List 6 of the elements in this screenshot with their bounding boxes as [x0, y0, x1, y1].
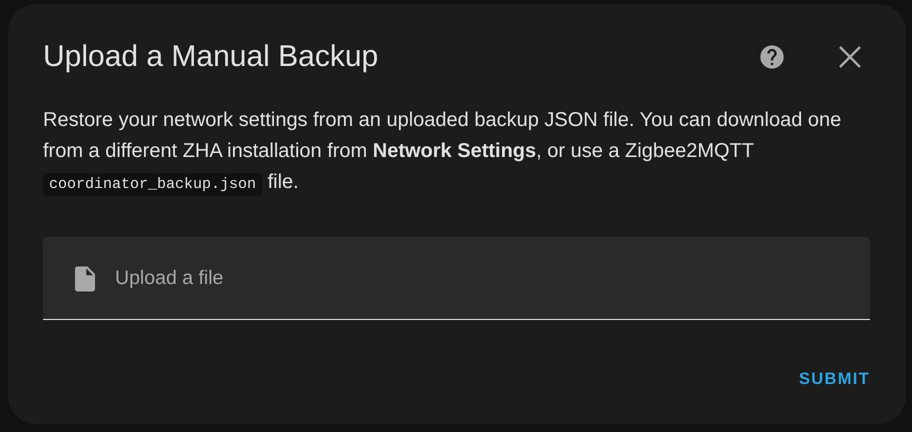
upload-field[interactable]: Upload a file [43, 237, 870, 320]
help-icon[interactable] [758, 43, 786, 71]
description-text: Restore your network settings from an uploaded backup JSON file. You can download one from a different ZHA installation from Network Settings, or use a Zigbee2MQTT coordinator_backup.json file. [43, 105, 843, 200]
submit-button[interactable]: SUBMIT [798, 366, 870, 393]
file-icon [75, 266, 95, 292]
dialog-title: Upload a Manual Backup [43, 40, 378, 74]
